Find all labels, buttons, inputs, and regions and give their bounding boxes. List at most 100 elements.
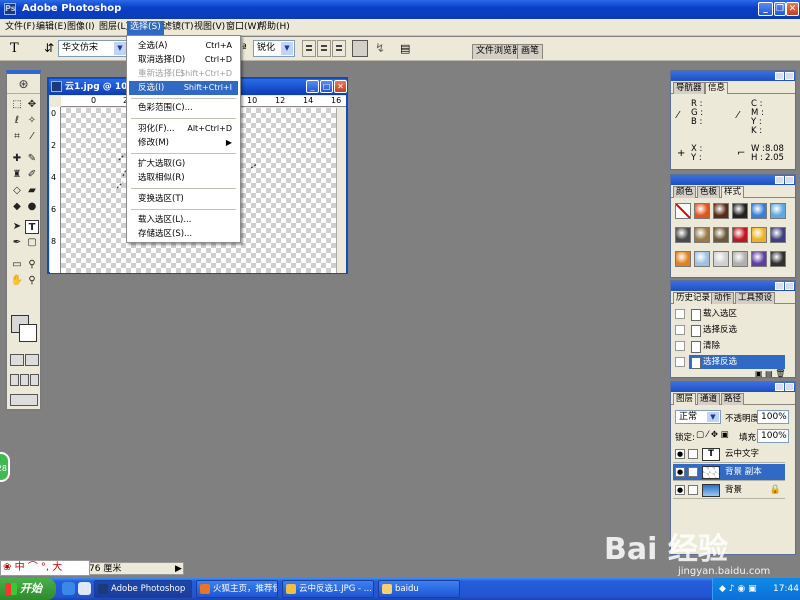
- history-item[interactable]: 选择反选: [689, 323, 785, 337]
- palettes-icon[interactable]: ▤: [400, 40, 414, 57]
- fill-field[interactable]: 100%: [757, 429, 789, 443]
- history-brush-tool-icon[interactable]: ✐: [25, 168, 39, 182]
- tab-actions[interactable]: 动作: [711, 292, 735, 304]
- history-snapshot-checkbox[interactable]: [675, 309, 685, 319]
- magic-wand-tool-icon[interactable]: ✧: [25, 114, 39, 128]
- menu-item-load-selection[interactable]: 载入选区(L)...: [129, 213, 238, 227]
- align-center-button[interactable]: [317, 40, 331, 57]
- path-selection-tool-icon[interactable]: ➤: [10, 220, 24, 234]
- menu-item-select-all[interactable]: 全选(A) Ctrl+A: [129, 39, 238, 53]
- hand-tool-icon[interactable]: ✋: [10, 274, 24, 288]
- menu-item-modify[interactable]: 修改(M) ▶: [129, 136, 238, 150]
- style-swatch[interactable]: [694, 227, 710, 243]
- palette-minimize-button[interactable]: [775, 176, 784, 184]
- palette-close-button[interactable]: [785, 282, 794, 290]
- tab-styles[interactable]: 样式: [721, 186, 745, 198]
- type-tool-icon[interactable]: T: [25, 220, 39, 234]
- menu-item-grow[interactable]: 扩大选取(G): [129, 157, 238, 171]
- document-scrollbar[interactable]: [336, 108, 346, 273]
- history-item[interactable]: 清除: [689, 339, 785, 353]
- screen-mode-full-icon[interactable]: [30, 374, 39, 386]
- menu-item-save-selection[interactable]: 存储选区(S)...: [129, 227, 238, 241]
- notes-tool-icon[interactable]: ▭: [10, 258, 24, 272]
- eyedropper-tool-icon[interactable]: ⚲: [25, 258, 39, 272]
- style-swatch[interactable]: [770, 251, 786, 267]
- blur-tool-icon[interactable]: ◆: [10, 200, 24, 214]
- text-color-swatch[interactable]: [352, 40, 368, 57]
- antialias-dropdown[interactable]: 锐化 ▼: [253, 40, 295, 57]
- jump-to-imageready-icon[interactable]: [10, 394, 38, 406]
- side-notification-badge[interactable]: 28: [0, 452, 10, 482]
- palette-minimize-button[interactable]: [775, 282, 784, 290]
- screen-mode-full-menu-icon[interactable]: [20, 374, 29, 386]
- align-left-button[interactable]: [302, 40, 316, 57]
- brush-tool-icon[interactable]: ✎: [25, 152, 39, 166]
- tray-icons[interactable]: ◆ ♪ ◉ ▣: [719, 578, 757, 600]
- eye-icon[interactable]: ●: [675, 485, 685, 495]
- menu-item-transform-selection[interactable]: 变换选区(T): [129, 192, 238, 206]
- taskbar-baidu-folder[interactable]: baidu: [378, 580, 460, 598]
- taskbar-image-viewer[interactable]: 云中反选1.JPG - ...: [282, 580, 374, 598]
- style-swatch[interactable]: [770, 227, 786, 243]
- style-swatch[interactable]: [732, 203, 748, 219]
- palette-close-button[interactable]: [785, 176, 794, 184]
- doc-maximize-button[interactable]: □: [320, 80, 333, 93]
- status-arrow-icon[interactable]: ▶: [175, 563, 182, 575]
- style-swatch[interactable]: [751, 251, 767, 267]
- menu-item-inverse[interactable]: 反选(I) Shift+Ctrl+I: [129, 81, 238, 95]
- tab-swatches[interactable]: 色板: [697, 186, 721, 198]
- close-button[interactable]: ✕: [786, 2, 799, 16]
- tab-channels[interactable]: 通道: [697, 393, 721, 405]
- tab-color[interactable]: 颜色: [673, 186, 697, 198]
- history-item[interactable]: 载入选区: [689, 307, 785, 321]
- style-swatch[interactable]: [713, 251, 729, 267]
- align-right-button[interactable]: [332, 40, 346, 57]
- menu-item-deselect[interactable]: 取消选择(D) Ctrl+D: [129, 53, 238, 67]
- slice-tool-icon[interactable]: ⁄: [25, 130, 39, 144]
- menu-select[interactable]: 选择(S): [127, 21, 164, 35]
- show-desktop-icon[interactable]: [78, 582, 91, 595]
- quick-mask-mode-icon[interactable]: [25, 354, 39, 366]
- tab-info[interactable]: 信息: [705, 82, 729, 94]
- doc-close-button[interactable]: ✕: [334, 80, 347, 93]
- tab-paths[interactable]: 路径: [721, 393, 745, 405]
- style-swatch[interactable]: [713, 227, 729, 243]
- history-item-current[interactable]: 选择反选: [689, 355, 785, 369]
- screen-mode-standard-icon[interactable]: [10, 374, 19, 386]
- palette-close-button[interactable]: [785, 383, 794, 391]
- minimize-button[interactable]: _: [758, 2, 773, 16]
- menu-item-color-range[interactable]: 色彩范围(C)...: [129, 101, 238, 115]
- style-swatch[interactable]: [751, 227, 767, 243]
- dodge-tool-icon[interactable]: ●: [25, 200, 39, 214]
- standard-mode-icon[interactable]: [10, 354, 24, 366]
- style-swatch[interactable]: [732, 227, 748, 243]
- style-swatch[interactable]: [675, 227, 691, 243]
- doc-minimize-button[interactable]: _: [306, 80, 319, 93]
- style-swatch[interactable]: [751, 203, 767, 219]
- menu-item-similar[interactable]: 选取相似(R): [129, 171, 238, 185]
- history-snapshot-checkbox[interactable]: [675, 357, 685, 367]
- menu-help[interactable]: 帮助(H): [255, 21, 293, 35]
- type-tool-preset-icon[interactable]: T: [10, 40, 34, 57]
- shape-tool-icon[interactable]: ▢: [25, 236, 39, 250]
- layer-row-background[interactable]: ● 背景 🔒: [673, 482, 785, 499]
- palette-minimize-button[interactable]: [775, 383, 784, 391]
- layer-link-box[interactable]: [688, 485, 698, 495]
- style-swatch[interactable]: [732, 251, 748, 267]
- clone-stamp-tool-icon[interactable]: ♜: [10, 168, 24, 182]
- background-color-swatch[interactable]: [19, 324, 37, 342]
- start-button[interactable]: 开始: [0, 578, 56, 600]
- palette-title-bar[interactable]: [671, 281, 795, 291]
- taskbar-photoshop[interactable]: Adobe Photoshop: [94, 580, 192, 598]
- tab-tool-presets[interactable]: 工具预设: [735, 292, 776, 304]
- layer-link-box[interactable]: [688, 449, 698, 459]
- layer-row-background-copy[interactable]: ● 背景 副本: [673, 464, 785, 481]
- lock-options-icons[interactable]: ▢ ⁄ ✥ ▣: [696, 430, 729, 440]
- crop-tool-icon[interactable]: ⌗: [10, 130, 24, 144]
- tab-history[interactable]: 历史记录: [673, 292, 714, 304]
- tab-layers[interactable]: 图层: [673, 393, 697, 405]
- zoom-tool-icon[interactable]: ⚲: [25, 274, 39, 288]
- palette-close-button[interactable]: [785, 72, 794, 80]
- taskbar-firefox[interactable]: 火狐主页，推荐使...: [196, 580, 278, 598]
- new-snapshot-icon[interactable]: ▣ ▤ 🗑: [755, 369, 785, 378]
